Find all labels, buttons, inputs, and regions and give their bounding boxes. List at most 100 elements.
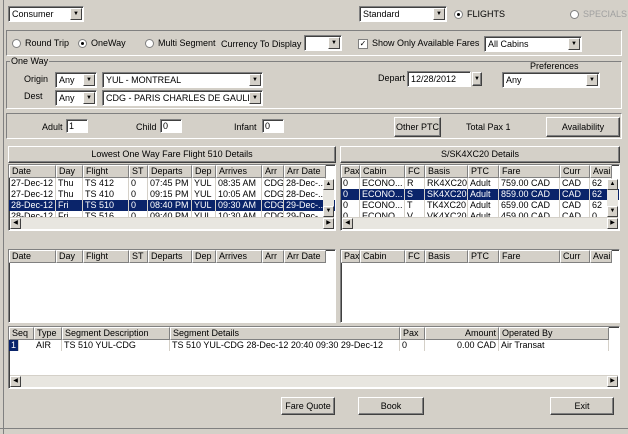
- column-header[interactable]: Pax: [341, 165, 360, 178]
- table-row[interactable]: 0 ECONO... S SK4XC20 Adult 859.00 CAD CAD 62: [341, 189, 619, 200]
- column-header[interactable]: Date: [9, 250, 56, 263]
- flights-label: FLIGHTS: [467, 9, 506, 19]
- date-picker-button[interactable]: ▼: [472, 72, 482, 86]
- column-header[interactable]: Basis: [425, 165, 468, 178]
- table-cell: TK4XC20: [427, 200, 468, 211]
- column-header[interactable]: Basis: [425, 250, 468, 263]
- column-header[interactable]: Day: [56, 250, 83, 263]
- horizontal-scrollbar[interactable]: ◀ ▶: [10, 217, 334, 229]
- book-button[interactable]: Book: [358, 397, 424, 415]
- column-header[interactable]: Seq: [9, 327, 34, 340]
- horizontal-scrollbar[interactable]: ◀ ▶: [342, 217, 618, 229]
- column-header[interactable]: Day: [56, 165, 83, 178]
- availability-button[interactable]: Availability: [546, 117, 620, 137]
- scroll-left-icon[interactable]: ◀: [342, 218, 353, 229]
- column-header[interactable]: Pax: [341, 250, 360, 263]
- return-flights-grid[interactable]: Date Day Flight ST Departs Dep Arrives Arr Arr D…: [8, 249, 336, 323]
- column-header[interactable]: Arr Date: [284, 165, 326, 178]
- infant-input[interactable]: 0: [262, 119, 284, 133]
- column-header[interactable]: Dep: [192, 165, 216, 178]
- scroll-left-icon[interactable]: ◀: [10, 376, 21, 387]
- column-header[interactable]: Fare: [499, 250, 560, 263]
- column-header[interactable]: Date: [9, 165, 56, 178]
- column-header[interactable]: Curr: [560, 250, 590, 263]
- column-header[interactable]: Curr: [560, 165, 590, 178]
- column-header[interactable]: Segment Description: [62, 327, 170, 340]
- adult-input[interactable]: 1: [66, 119, 88, 133]
- fare-type-select[interactable]: Standard ▼: [359, 6, 447, 22]
- flights-grid[interactable]: Date Day Flight ST Departs Dep Arrives Arr Arr D…: [8, 164, 336, 231]
- return-fares-grid[interactable]: Pax Cabin FC Basis PTC Fare Curr Avail: [340, 249, 620, 323]
- cabins-select[interactable]: All Cabins ▼: [484, 36, 582, 52]
- column-header[interactable]: Departs: [148, 250, 192, 263]
- scroll-right-icon[interactable]: ▶: [607, 376, 618, 387]
- column-header[interactable]: Cabin: [360, 250, 405, 263]
- scroll-down-icon[interactable]: ▼: [607, 206, 618, 217]
- chevron-down-icon: ▼: [474, 76, 480, 82]
- column-header[interactable]: FC: [405, 165, 425, 178]
- column-header[interactable]: ST: [129, 250, 148, 263]
- column-header[interactable]: Operated By: [499, 327, 609, 340]
- column-header[interactable]: Arrives: [216, 165, 262, 178]
- column-header[interactable]: Fare: [499, 165, 560, 178]
- column-header[interactable]: Arr Date: [284, 250, 326, 263]
- scroll-up-icon[interactable]: ▲: [607, 179, 618, 190]
- scroll-up-icon[interactable]: ▲: [323, 179, 334, 190]
- table-row[interactable]: 27-Dec-12 Thu TS 412 0 07:45 PM YUL 08:35 AM CD…: [9, 178, 335, 189]
- column-header[interactable]: Segment Details: [170, 327, 400, 340]
- column-header[interactable]: Departs: [148, 165, 192, 178]
- column-header[interactable]: PTC: [468, 165, 499, 178]
- column-header[interactable]: ST: [129, 165, 148, 178]
- preferences-select[interactable]: Any ▼: [502, 72, 600, 88]
- segments-grid[interactable]: Seq Type Segment Description Segment Detail…: [8, 326, 620, 389]
- horizontal-scrollbar[interactable]: ◀ ▶: [10, 375, 618, 387]
- exit-button[interactable]: Exit: [550, 397, 614, 415]
- fares-header-button[interactable]: S/SK4XC20 Details: [340, 146, 620, 163]
- child-input[interactable]: 0: [160, 119, 182, 133]
- column-header[interactable]: Pax: [400, 327, 425, 340]
- origin-type-select[interactable]: Any ▼: [55, 72, 97, 88]
- column-header[interactable]: Arr: [262, 165, 284, 178]
- origin-select[interactable]: YUL - MONTREAL ▼: [102, 72, 263, 88]
- flights-radio[interactable]: FLIGHTS: [454, 9, 506, 20]
- fare-quote-button[interactable]: Fare Quote: [281, 397, 335, 415]
- fares-grid[interactable]: Pax Cabin FC Basis PTC Fare Curr Avail 0 ECONO...…: [340, 164, 620, 231]
- radio-icon: [12, 39, 21, 49]
- currency-select[interactable]: ▼: [304, 35, 342, 51]
- column-header[interactable]: Arr: [262, 250, 284, 263]
- column-header[interactable]: Cabin: [360, 165, 405, 178]
- column-header[interactable]: Flight: [83, 165, 129, 178]
- table-row[interactable]: 0 ECONO... R RK4XC20 Adult 759.00 CAD CAD 62: [341, 178, 619, 189]
- flights-header-button[interactable]: Lowest One Way Fare Flight 510 Details: [8, 146, 336, 163]
- column-header[interactable]: PTC: [468, 250, 499, 263]
- multi-segment-radio[interactable]: Multi Segment: [145, 38, 216, 49]
- table-row[interactable]: 28-Dec-12 Fri TS 510 0 08:40 PM YUL 09:30 AM CD…: [9, 200, 335, 211]
- column-header[interactable]: Flight: [83, 250, 129, 263]
- column-header[interactable]: Avail: [590, 250, 612, 263]
- dest-type-select[interactable]: Any ▼: [55, 90, 97, 106]
- depart-date-input[interactable]: 12/28/2012: [407, 71, 471, 87]
- round-trip-radio[interactable]: Round Trip: [12, 38, 69, 49]
- column-header[interactable]: Dep: [192, 250, 216, 263]
- dest-select[interactable]: CDG - PARIS CHARLES DE GAULLE ▼: [102, 90, 263, 106]
- table-row[interactable]: 27-Dec-12 Thu TS 410 0 09:15 PM YUL 10:05 AM CD…: [9, 189, 335, 200]
- scroll-down-icon[interactable]: ▼: [323, 206, 334, 217]
- vertical-scrollbar[interactable]: ▲ ▼: [607, 179, 618, 217]
- column-header[interactable]: Amount: [425, 327, 499, 340]
- cabins-value: All Cabins: [488, 39, 529, 49]
- show-available-checkbox[interactable]: ✓ Show Only Available Fares: [358, 38, 479, 49]
- mode-select[interactable]: Consumer ▼: [8, 6, 84, 22]
- table-row[interactable]: 1 AIR TS 510 YUL-CDG TS 510 YUL-CDG 28-Dec-…: [9, 340, 619, 351]
- scroll-left-icon[interactable]: ◀: [10, 218, 21, 229]
- scroll-right-icon[interactable]: ▶: [323, 218, 334, 229]
- one-way-radio[interactable]: OneWay: [78, 38, 126, 49]
- other-ptc-button[interactable]: Other PTC: [394, 117, 441, 137]
- vertical-scrollbar[interactable]: ▲ ▼: [323, 179, 334, 217]
- column-header[interactable]: Avail: [590, 165, 612, 178]
- column-header[interactable]: FC: [405, 250, 425, 263]
- column-header[interactable]: Arrives: [216, 250, 262, 263]
- column-header[interactable]: Type: [34, 327, 62, 340]
- table-row[interactable]: 0 ECONO... T TK4XC20 Adult 659.00 CAD CAD 62: [341, 200, 619, 211]
- chevron-down-icon: ▼: [70, 8, 82, 20]
- scroll-right-icon[interactable]: ▶: [607, 218, 618, 229]
